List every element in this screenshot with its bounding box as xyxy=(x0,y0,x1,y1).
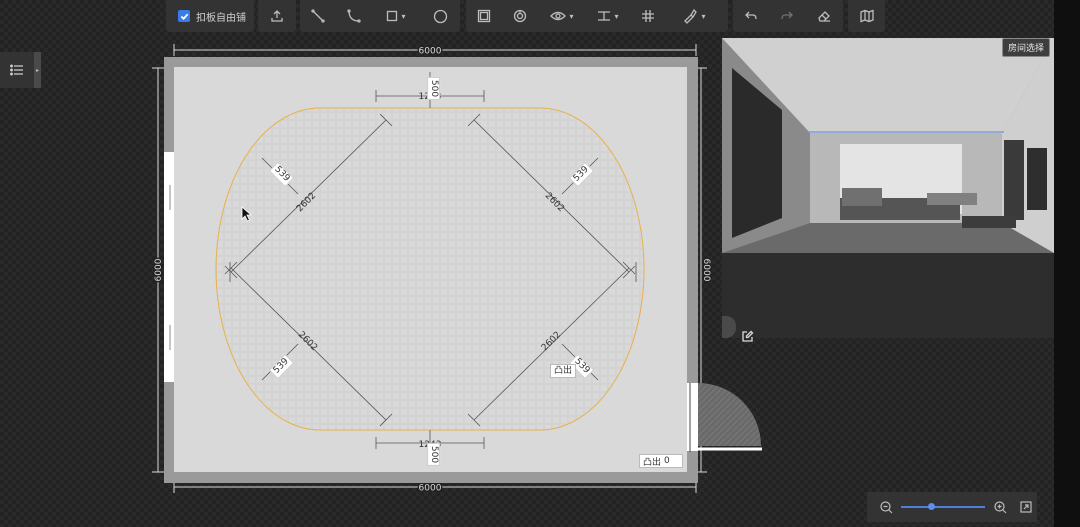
fit-view-button[interactable] xyxy=(1015,501,1037,513)
protrude-field-label: 凸出 xyxy=(643,457,662,468)
outer-width-top: 6000 xyxy=(419,47,442,57)
outer-height-left: 6000 xyxy=(154,258,164,281)
mouse-cursor-icon xyxy=(241,206,253,222)
zoom-in-icon xyxy=(993,500,1006,513)
zoom-in-button[interactable] xyxy=(989,500,1011,514)
outer-height-right: 6000 xyxy=(701,259,711,282)
preview-panel: 房间选择 xyxy=(722,38,1054,338)
zoom-control xyxy=(867,492,1037,522)
protrude-field-value: 0 xyxy=(664,456,670,466)
zoom-out-button[interactable] xyxy=(875,500,897,514)
outer-width-bottom: 6000 xyxy=(419,484,442,494)
zoom-slider-thumb[interactable] xyxy=(928,503,935,510)
fit-view-icon xyxy=(1020,501,1032,513)
door-opening[interactable] xyxy=(687,383,698,451)
protrude-tag-oval[interactable]: 凸出 xyxy=(550,364,577,378)
left-window[interactable] xyxy=(164,152,174,382)
edit-icon xyxy=(741,330,753,342)
right-edge-panel xyxy=(1054,0,1080,527)
preview-edit-button[interactable] xyxy=(737,326,757,346)
top-offset-dim[interactable]: 500 xyxy=(427,76,441,101)
room-select-button[interactable]: 房间选择 xyxy=(1001,38,1050,57)
protrude-tag-label: 凸出 xyxy=(554,366,573,376)
bottom-offset-dim[interactable]: 500 xyxy=(427,442,441,467)
room-3d-render[interactable] xyxy=(722,38,1054,338)
oval-ceiling-shape[interactable] xyxy=(215,107,645,431)
zoom-out-icon xyxy=(879,500,892,513)
zoom-slider[interactable] xyxy=(901,503,985,510)
door-swing xyxy=(698,383,761,446)
protrude-field[interactable]: 凸出 0 xyxy=(639,454,683,468)
